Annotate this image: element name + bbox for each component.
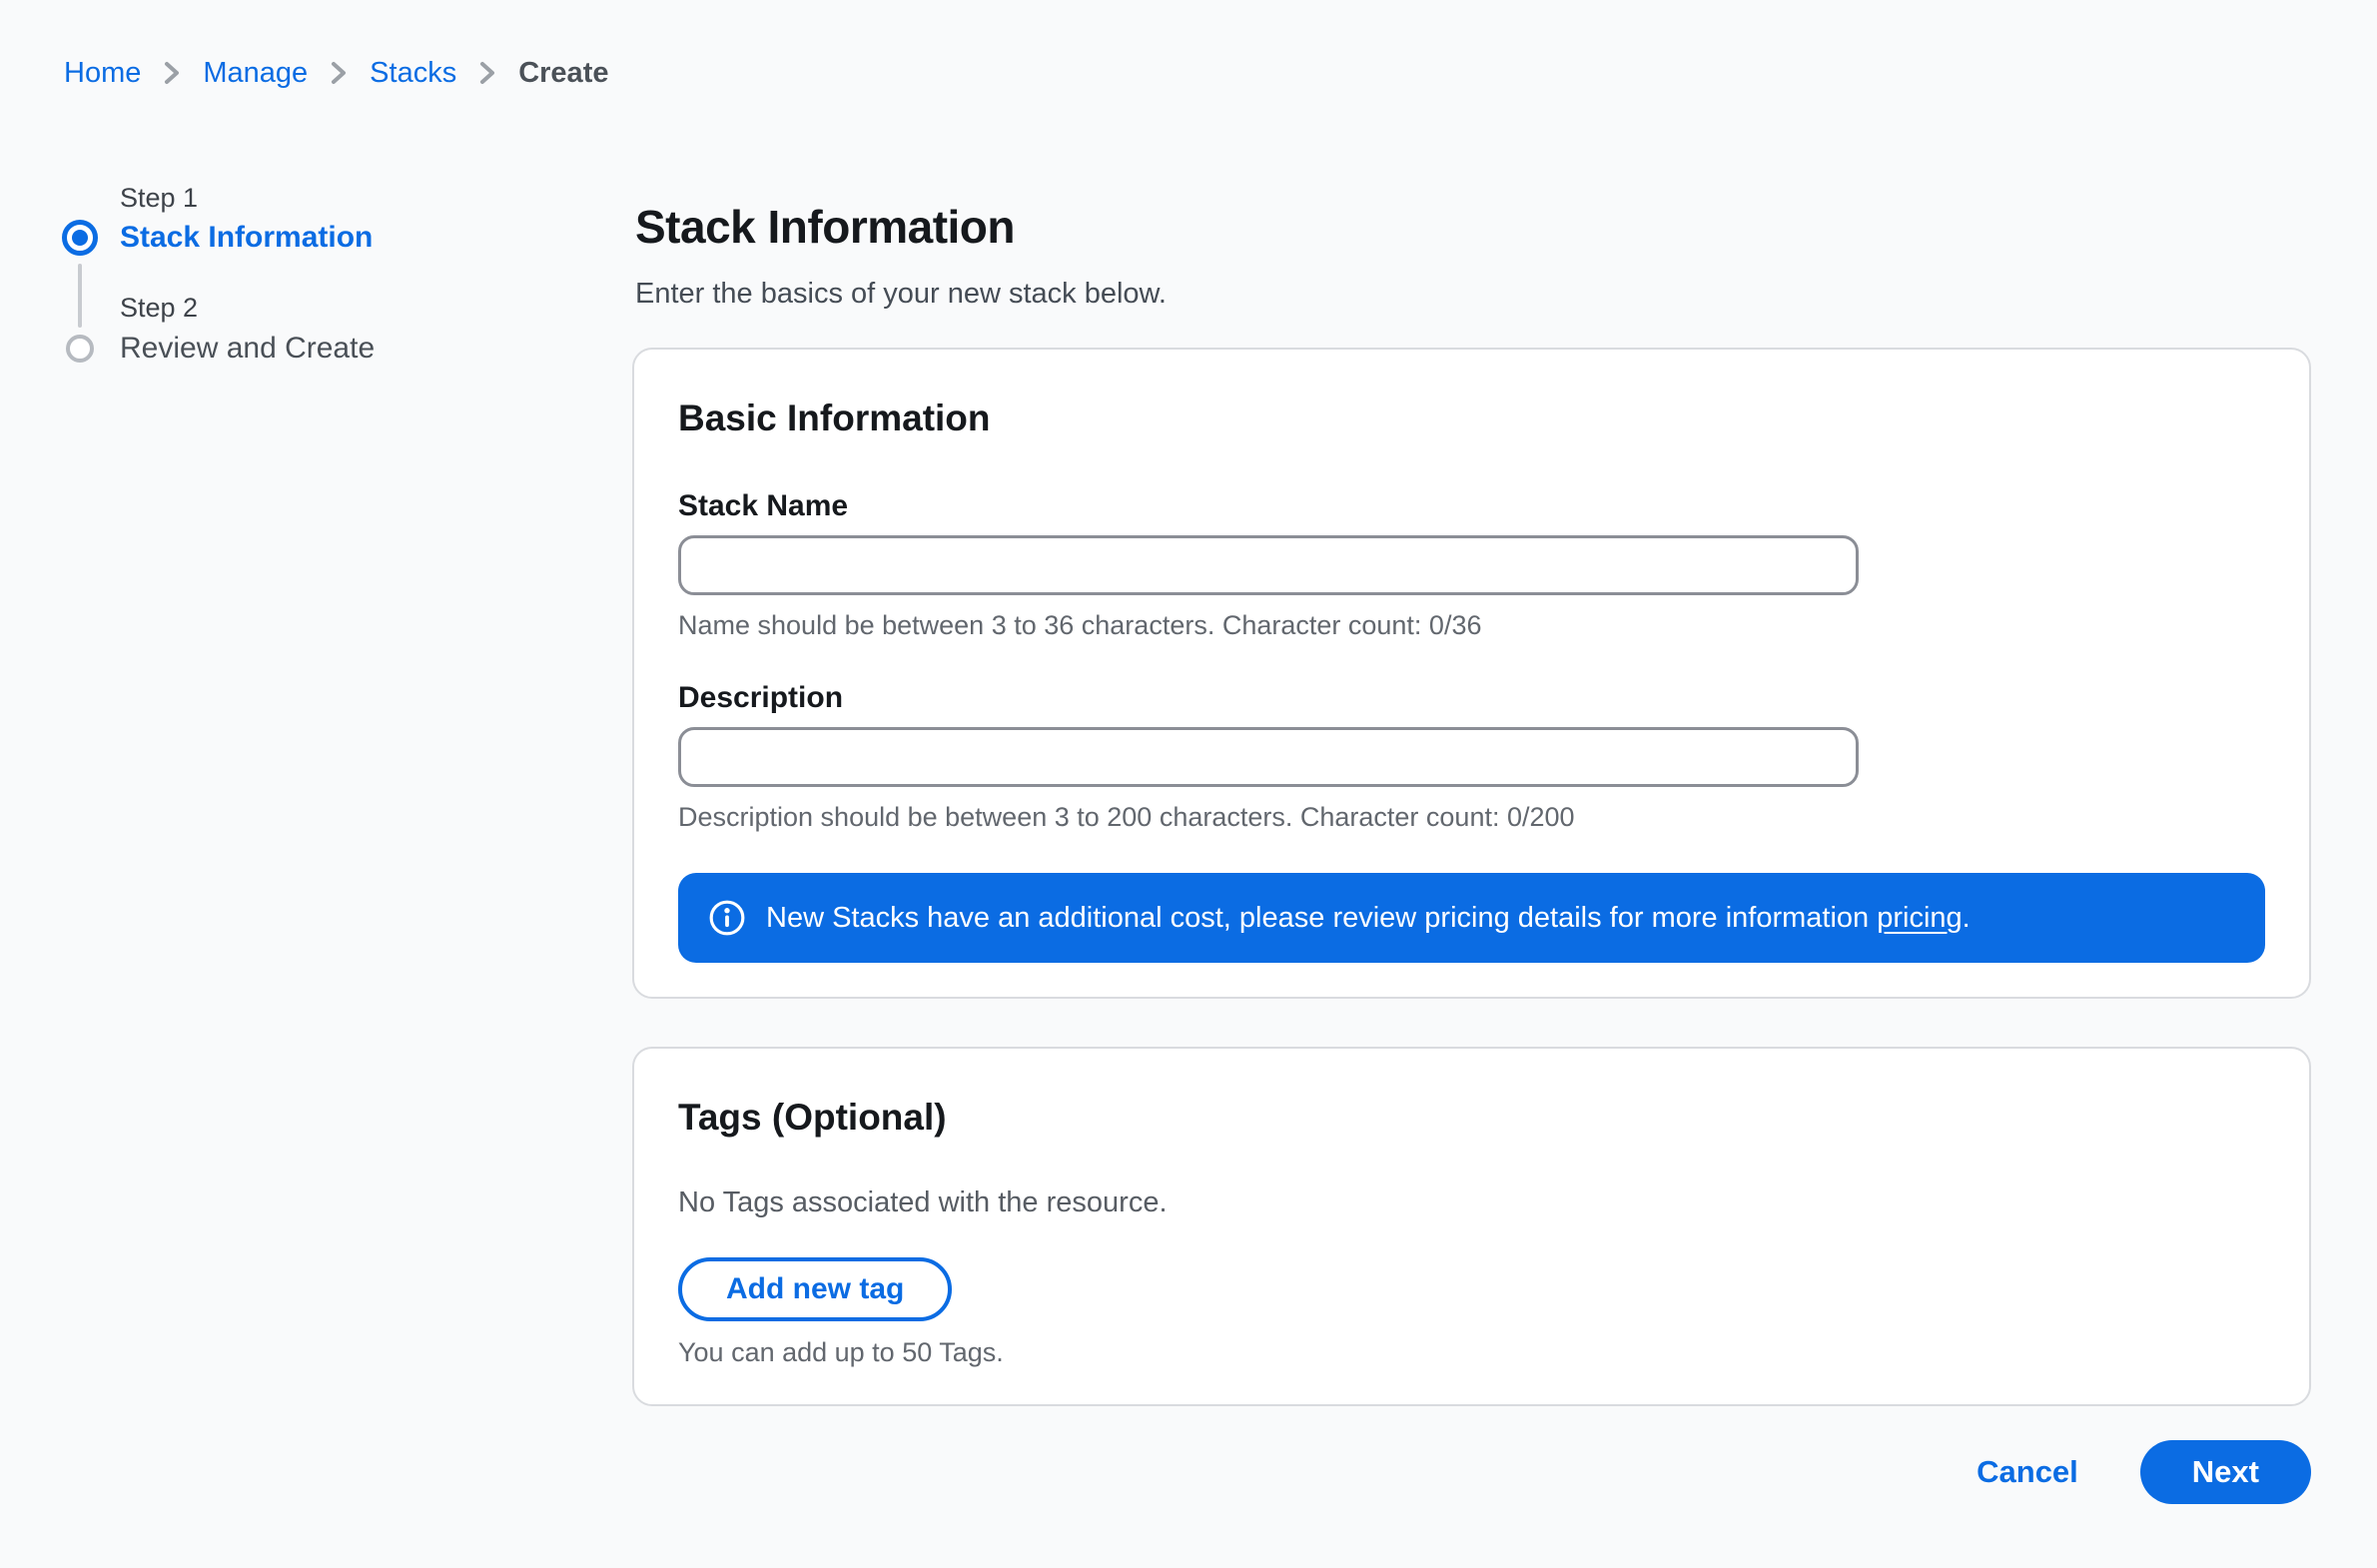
next-button[interactable]: Next: [2140, 1440, 2311, 1504]
chevron-right-icon: [478, 60, 496, 86]
breadcrumb-create: Create: [518, 56, 608, 90]
page-title: Stack Information: [635, 200, 2313, 254]
chevron-right-icon: [330, 60, 348, 86]
stepper-item-review-and-create[interactable]: Review and Create: [120, 331, 375, 367]
tags-card: Tags (Optional) No Tags associated with …: [632, 1047, 2311, 1406]
step-1-label: Step 1: [120, 182, 198, 214]
step-2-label: Step 2: [120, 292, 198, 324]
page-subtitle: Enter the basics of your new stack below…: [635, 278, 2313, 311]
tags-helper-text: You can add up to 50 Tags.: [678, 1337, 2265, 1368]
description-helper-text: Description should be between 3 to 200 c…: [678, 802, 2265, 833]
active-step-radio-icon: [62, 220, 98, 256]
basic-information-title: Basic Information: [678, 397, 2265, 439]
stepper-item-stack-information[interactable]: Stack Information: [120, 220, 373, 256]
stack-name-label: Stack Name: [678, 489, 848, 522]
pricing-link[interactable]: pricing: [1877, 902, 1962, 934]
tags-empty-text: No Tags associated with the resource.: [678, 1186, 2265, 1219]
banner-text-before: New Stacks have an additional cost, plea…: [766, 902, 1877, 934]
stack-name-field-group: Stack Name Name should be between 3 to 3…: [678, 489, 2265, 641]
description-label: Description: [678, 681, 843, 714]
breadcrumb-stacks[interactable]: Stacks: [370, 56, 456, 90]
step-connector-line: [78, 264, 82, 328]
description-input[interactable]: [678, 727, 1859, 787]
breadcrumb: Home Manage Stacks Create: [64, 56, 608, 90]
basic-information-card: Basic Information Stack Name Name should…: [632, 348, 2311, 999]
info-icon: [708, 899, 746, 937]
stack-name-helper-text: Name should be between 3 to 36 character…: [678, 610, 2265, 641]
add-new-tag-button[interactable]: Add new tag: [678, 1257, 952, 1321]
banner-text: New Stacks have an additional cost, plea…: [766, 902, 1971, 935]
banner-text-after: .: [1963, 902, 1971, 934]
cancel-button[interactable]: Cancel: [1977, 1454, 2078, 1490]
wizard-footer-actions: Cancel Next: [1977, 1440, 2311, 1504]
description-field-group: Description Description should be betwee…: [678, 681, 2265, 833]
breadcrumb-manage[interactable]: Manage: [203, 56, 308, 90]
inactive-step-radio-icon: [66, 335, 94, 363]
stack-name-input[interactable]: [678, 535, 1859, 595]
pricing-info-banner: New Stacks have an additional cost, plea…: [678, 873, 2265, 963]
main-content-header: Stack Information Enter the basics of yo…: [635, 200, 2313, 311]
chevron-right-icon: [163, 60, 181, 86]
breadcrumb-home[interactable]: Home: [64, 56, 141, 90]
tags-card-title: Tags (Optional): [678, 1097, 2265, 1139]
